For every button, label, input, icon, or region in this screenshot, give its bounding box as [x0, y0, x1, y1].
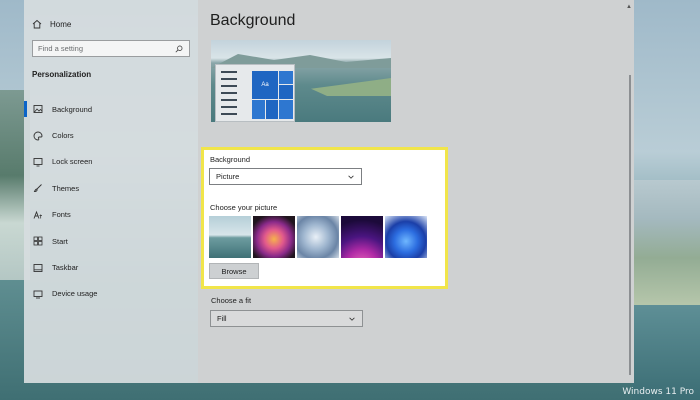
- fit-value: Fill: [217, 314, 227, 323]
- sidebar-item-start[interactable]: Start: [24, 228, 198, 254]
- background-label: Background: [210, 155, 251, 164]
- sidebar-item-label: Taskbar: [52, 263, 79, 273]
- preview-mini-window: Aa: [215, 64, 295, 122]
- sidebar-item-background[interactable]: Background: [24, 96, 198, 122]
- picture-gallery: [209, 216, 427, 258]
- desktop-wallpaper-water: [632, 305, 700, 400]
- sidebar-item-label: Start: [52, 236, 68, 246]
- sidebar-item-label: Device usage: [52, 289, 98, 299]
- scroll-thumb[interactable]: [629, 75, 631, 375]
- choose-fit-label: Choose a fit: [211, 296, 252, 305]
- background-type-dropdown[interactable]: Picture: [209, 168, 362, 185]
- page-title: Background: [210, 12, 296, 29]
- preview-tile: [279, 100, 293, 119]
- sidebar-item-lock-screen[interactable]: Lock screen: [24, 149, 198, 175]
- start-icon: [33, 236, 43, 246]
- preview-tiles: Aa: [252, 71, 294, 120]
- sidebar-item-label: Background: [52, 104, 93, 114]
- preview-land: [311, 78, 391, 96]
- background-type-value: Picture: [216, 172, 240, 181]
- browse-button[interactable]: Browse: [209, 263, 259, 279]
- picture-thumbnail-glow[interactable]: [341, 216, 383, 258]
- chevron-down-icon: [346, 172, 356, 182]
- picture-thumbnail-blue[interactable]: [385, 216, 427, 258]
- search-input[interactable]: Find a setting: [32, 40, 190, 57]
- sidebar-item-device-usage[interactable]: Device usage: [24, 281, 198, 307]
- image-icon: [33, 104, 43, 114]
- choose-picture-label: Choose your picture: [210, 203, 278, 212]
- palette-icon: [33, 131, 43, 141]
- windows-watermark: Windows 11 Pro: [622, 387, 694, 397]
- picture-thumbnail-lake[interactable]: [209, 216, 251, 258]
- search-placeholder: Find a setting: [38, 44, 84, 53]
- preview-tile: [279, 71, 293, 84]
- home-link[interactable]: Home: [32, 16, 71, 32]
- chevron-down-icon: [347, 314, 357, 324]
- fit-dropdown[interactable]: Fill: [210, 310, 363, 327]
- sidebar-item-label: Fonts: [52, 210, 71, 220]
- sidebar-item-label: Colors: [52, 131, 74, 141]
- sidebar: Home Find a setting Personalization Back…: [24, 0, 198, 383]
- font-icon: [33, 210, 43, 220]
- taskbar-icon: [33, 263, 43, 273]
- sidebar-item-colors[interactable]: Colors: [24, 122, 198, 148]
- search-icon[interactable]: [174, 44, 184, 54]
- preview-tile: [252, 100, 265, 119]
- home-label: Home: [50, 19, 72, 29]
- sidebar-item-fonts[interactable]: Fonts: [24, 202, 198, 228]
- background-preview: Aa: [211, 40, 391, 122]
- sidebar-item-themes[interactable]: Themes: [24, 175, 198, 201]
- settings-window: Home Find a setting Personalization Back…: [24, 0, 634, 383]
- sidebar-nav: Background Colors Lock screen Themes Fon…: [24, 96, 198, 307]
- preview-mini-sidebar: [221, 71, 241, 120]
- background-settings-highlight: Background Picture Choose your picture B…: [201, 147, 448, 289]
- preview-tile: [279, 85, 293, 99]
- preview-tile: [266, 100, 278, 119]
- preview-tile-main: Aa: [252, 71, 278, 99]
- device-usage-icon: [33, 289, 43, 299]
- main-content: Background Aa Background Picture Choose …: [198, 0, 634, 383]
- lock-screen-icon: [33, 157, 43, 167]
- scroll-up-icon[interactable]: ▲: [626, 4, 632, 10]
- brush-icon: [33, 183, 43, 193]
- section-title: Personalization: [32, 70, 92, 79]
- picture-thumbnail-flower[interactable]: [253, 216, 295, 258]
- sidebar-item-label: Themes: [52, 183, 80, 193]
- picture-thumbnail-bloom[interactable]: [297, 216, 339, 258]
- sidebar-item-taskbar[interactable]: Taskbar: [24, 254, 198, 280]
- home-icon: [32, 19, 42, 29]
- sidebar-item-label: Lock screen: [52, 157, 93, 167]
- desktop-wallpaper-right: [632, 180, 700, 310]
- scrollbar[interactable]: ▲: [626, 0, 634, 383]
